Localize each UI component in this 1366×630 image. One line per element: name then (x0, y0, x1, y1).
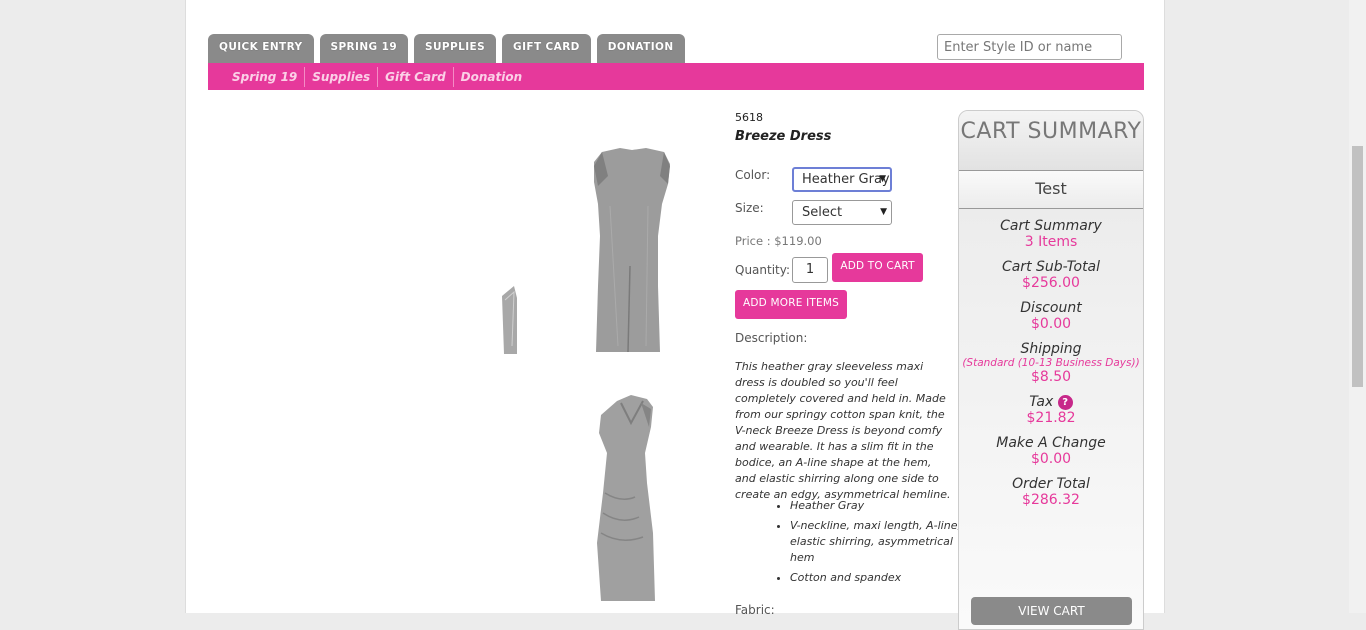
tab-spring-19[interactable]: SPRING 19 (319, 34, 409, 63)
cart-items-value: 3 Items (1024, 234, 1078, 250)
product-image-side[interactable] (591, 393, 671, 601)
add-more-items-button[interactable]: ADD MORE ITEMS (735, 290, 847, 319)
product-name: Breeze Dress (735, 129, 832, 144)
shipping-value: $8.50 (1030, 369, 1072, 385)
chevron-down-icon: ▼ (880, 207, 887, 217)
subnav-gift-card[interactable]: Gift Card (378, 66, 454, 87)
tab-quick-entry[interactable]: QUICK ENTRY (208, 34, 314, 63)
cart-subtotal-label: Cart Sub-Total (1001, 259, 1101, 275)
subnav-spring-19[interactable]: Spring 19 (224, 66, 306, 87)
tax-row: Tax ? $21.82 (959, 394, 1143, 426)
sub-navigation: Spring 19 Supplies Gift Card Donation (208, 63, 1144, 90)
style-id: 5618 (735, 111, 763, 124)
size-label: Size: (735, 201, 764, 215)
page-container: QUICK ENTRY SPRING 19 SUPPLIES GIFT CARD… (185, 0, 1165, 630)
quantity-input[interactable]: 1 (792, 257, 828, 283)
product-thumbnail-partial[interactable] (502, 286, 518, 354)
chevron-down-icon: ▼ (879, 174, 886, 184)
tab-supplies[interactable]: SUPPLIES (414, 34, 497, 63)
help-icon[interactable]: ? (1057, 394, 1073, 410)
list-item: Cotton and spandex (790, 570, 964, 586)
shipping-row: Shipping (Standard (10-13 Business Days)… (959, 341, 1143, 385)
scrollbar-thumb[interactable] (1352, 146, 1363, 387)
size-select[interactable]: Select ▼ (792, 200, 892, 225)
subnav-supplies[interactable]: Supplies (305, 66, 379, 87)
cart-subtotal-row: Cart Sub-Total $256.00 (959, 259, 1143, 291)
color-select[interactable]: Heather Gray ▼ (792, 167, 892, 192)
style-search-input[interactable] (937, 34, 1122, 60)
make-change-label: Make A Change (996, 435, 1106, 451)
shipping-method: (Standard (10-13 Business Days)) (962, 357, 1140, 369)
list-item: V-neckline, maxi length, A-line, elastic… (790, 518, 964, 566)
cart-subtotal-value: $256.00 (1022, 275, 1080, 291)
discount-label: Discount (1020, 300, 1082, 316)
discount-value: $0.00 (1030, 316, 1072, 332)
fabric-label: Fabric: (735, 603, 775, 617)
tab-donation[interactable]: DONATION (596, 34, 685, 63)
product-price: Price : $119.00 (735, 234, 822, 248)
order-total-row: Order Total $286.32 (959, 476, 1143, 508)
tax-value: $21.82 (1026, 410, 1076, 426)
color-select-value: Heather Gray (802, 172, 890, 187)
tax-label: Tax (1029, 394, 1054, 410)
page-scrollbar[interactable] (1349, 0, 1366, 613)
cart-user-name: Test (959, 171, 1143, 209)
order-total-value: $286.32 (1022, 492, 1080, 508)
color-label: Color: (735, 168, 771, 182)
category-tabs: QUICK ENTRY SPRING 19 SUPPLIES GIFT CARD… (208, 34, 685, 63)
order-total-label: Order Total (1012, 476, 1090, 492)
list-item: Heather Gray (790, 498, 964, 514)
feature-list: Heather Gray V-neckline, maxi length, A-… (774, 498, 964, 590)
subnav-donation[interactable]: Donation (454, 67, 529, 87)
make-change-value: $0.00 (1030, 451, 1072, 467)
size-select-value: Select (802, 205, 843, 220)
product-image-back[interactable] (588, 146, 678, 352)
product-description: This heather gray sleeveless maxi dress … (735, 360, 951, 501)
quantity-label: Quantity: (735, 263, 791, 277)
cart-summary-panel: CART SUMMARY Test Cart Summary 3 Items C… (958, 110, 1144, 630)
cart-items-row: Cart Summary 3 Items (959, 218, 1143, 250)
cart-items-label: Cart Summary (1000, 218, 1102, 234)
tax-heading: Tax ? (959, 394, 1143, 410)
tab-gift-card[interactable]: GIFT CARD (502, 34, 591, 63)
cart-summary-title: CART SUMMARY (959, 111, 1143, 171)
make-change-row: Make A Change $0.00 (959, 435, 1143, 467)
add-to-cart-button[interactable]: ADD TO CART (832, 253, 923, 282)
description-label: Description: (735, 331, 808, 345)
shipping-label: Shipping (1020, 341, 1082, 357)
view-cart-button[interactable]: VIEW CART (971, 597, 1132, 625)
discount-row: Discount $0.00 (959, 300, 1143, 332)
